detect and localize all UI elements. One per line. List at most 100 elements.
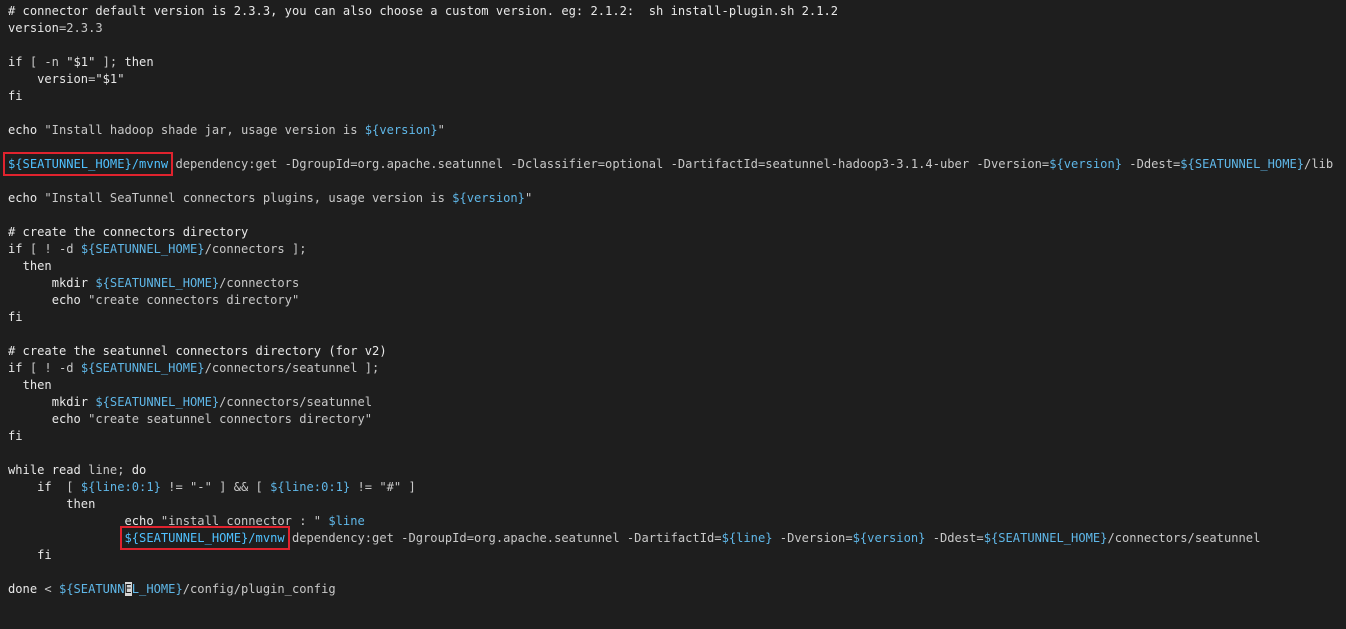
code-variable: ${SEATUNNEL_HOME} — [80, 361, 205, 375]
highlighted-mvnw-path: ${SEATUNNEL_HOME}/mvnw — [119, 526, 290, 550]
code-text: /config/plugin_config — [182, 582, 336, 596]
code-line[interactable]: # create the connectors directory — [8, 224, 248, 241]
code-line[interactable]: if [ ! -d ${SEATUNNEL_HOME}/connectors/s… — [8, 360, 379, 377]
code-line[interactable]: if [ ! -d ${SEATUNNEL_HOME}/connectors ]… — [8, 241, 307, 258]
code-variable: ${version} — [452, 191, 525, 205]
code-command: read — [51, 463, 81, 477]
code-variable: ${line:0:1} — [80, 480, 161, 494]
code-line[interactable]: fi — [8, 309, 23, 326]
code-text: " — [437, 123, 445, 137]
code-line[interactable]: then — [8, 496, 95, 513]
code-command: echo — [8, 191, 38, 205]
code-text: [ — [51, 480, 81, 494]
code-text: "create connectors directory" — [80, 293, 300, 307]
text-cursor: E — [124, 582, 132, 596]
code-line[interactable]: version="$1" — [8, 71, 125, 88]
code-variable: ${SEATUNNEL_HOME} — [80, 242, 205, 256]
code-keyword: then — [22, 259, 52, 273]
code-text: /connectors ]; — [204, 242, 307, 256]
code-command: echo — [51, 412, 81, 426]
code-keyword: done — [8, 582, 38, 596]
code-line[interactable]: echo "create seatunnel connectors direct… — [8, 411, 372, 428]
code-line[interactable]: mkdir ${SEATUNNEL_HOME}/connectors — [8, 275, 300, 292]
code-line[interactable]: ${SEATUNNEL_HOME}/mvnw dependency:get -D… — [2, 152, 1334, 176]
code-keyword: fi — [37, 548, 52, 562]
code-comment: # create the seatunnel connectors direct… — [8, 344, 387, 358]
code-text: /connectors/seatunnel — [1107, 531, 1261, 545]
code-line[interactable]: while read line; do — [8, 462, 146, 479]
code-keyword: if — [8, 55, 23, 69]
code-line[interactable]: mkdir ${SEATUNNEL_HOME}/connectors/seatu… — [8, 394, 372, 411]
code-line[interactable]: done < ${SEATUNNEL_HOME}/config/plugin_c… — [8, 581, 336, 598]
code-text: -Ddest= — [925, 531, 984, 545]
code-line[interactable]: echo "install connector : " $line — [8, 513, 365, 530]
code-text: != "-" ] && [ — [160, 480, 271, 494]
code-command: echo — [51, 293, 81, 307]
code-comment: # create the connectors directory — [8, 225, 249, 239]
code-line[interactable]: ${SEATUNNEL_HOME}/mvnw dependency:get -D… — [8, 526, 1261, 550]
code-line[interactable]: echo "create connectors directory" — [8, 292, 300, 309]
code-command: version — [37, 72, 89, 86]
code-variable: ${SEATUNNEL_HOME} — [95, 276, 220, 290]
code-text: dependency:get -DgroupId=org.apache.seat… — [284, 531, 722, 545]
code-line[interactable]: version=2.3.3 — [8, 20, 103, 37]
code-command: version — [8, 21, 59, 35]
code-text: line; — [80, 463, 132, 477]
code-line[interactable]: then — [8, 258, 52, 275]
code-variable: ${SEATUNNEL_HOME} — [95, 395, 220, 409]
code-editor[interactable]: # connector default version is 2.3.3, yo… — [0, 0, 1346, 629]
code-text: /connectors — [219, 276, 300, 290]
code-command: mkdir — [51, 276, 89, 290]
code-keyword: then — [124, 55, 154, 69]
code-keyword: then — [22, 378, 52, 392]
code-line[interactable]: then — [8, 377, 52, 394]
code-command: "$1" — [95, 72, 125, 86]
code-keyword: if — [8, 361, 23, 375]
code-comment: # connector default version is 2.3.3, yo… — [8, 4, 839, 18]
code-text: " — [524, 191, 533, 205]
code-line[interactable]: fi — [8, 428, 23, 445]
code-text: =2.3.3 — [58, 21, 103, 35]
code-text: /connectors/seatunnel ]; — [204, 361, 380, 375]
code-text: "create seatunnel connectors directory" — [80, 412, 373, 426]
code-variable: ${line} — [721, 531, 773, 545]
code-command: "$1" — [66, 55, 96, 69]
code-command: echo — [8, 123, 38, 137]
code-text: < — [37, 582, 59, 596]
code-text: -Dversion= — [772, 531, 853, 545]
code-line[interactable]: echo "Install SeaTunnel connectors plugi… — [8, 190, 532, 207]
code-line[interactable]: if [ -n "$1" ]; then — [8, 54, 154, 71]
code-line[interactable]: if [ ${line:0:1} != "-" ] && [ ${line:0:… — [8, 479, 416, 496]
code-text: /connectors/seatunnel — [219, 395, 373, 409]
code-line[interactable]: # create the seatunnel connectors direct… — [8, 343, 387, 360]
code-line[interactable]: fi — [8, 88, 23, 105]
code-text: [ ! -d — [22, 361, 81, 375]
code-text: ]; — [95, 55, 125, 69]
code-text: -Ddest= — [1122, 157, 1181, 171]
code-keyword: then — [66, 497, 96, 511]
code-command: echo — [124, 514, 154, 528]
code-text: /lib — [1304, 157, 1334, 171]
code-line[interactable]: echo "Install hadoop shade jar, usage ve… — [8, 122, 445, 139]
code-keyword: while — [8, 463, 45, 477]
code-text: [ -n — [22, 55, 67, 69]
code-text: dependency:get -DgroupId=org.apache.seat… — [168, 157, 1050, 171]
code-text: != "#" ] — [350, 480, 416, 494]
code-text: "Install SeaTunnel connectors plugins, u… — [37, 191, 453, 205]
code-keyword: if — [8, 242, 23, 256]
code-line[interactable]: # connector default version is 2.3.3, yo… — [8, 3, 838, 20]
code-keyword: fi — [8, 89, 23, 103]
code-line[interactable]: fi — [8, 547, 52, 564]
code-variable: ${version} — [1049, 157, 1123, 171]
